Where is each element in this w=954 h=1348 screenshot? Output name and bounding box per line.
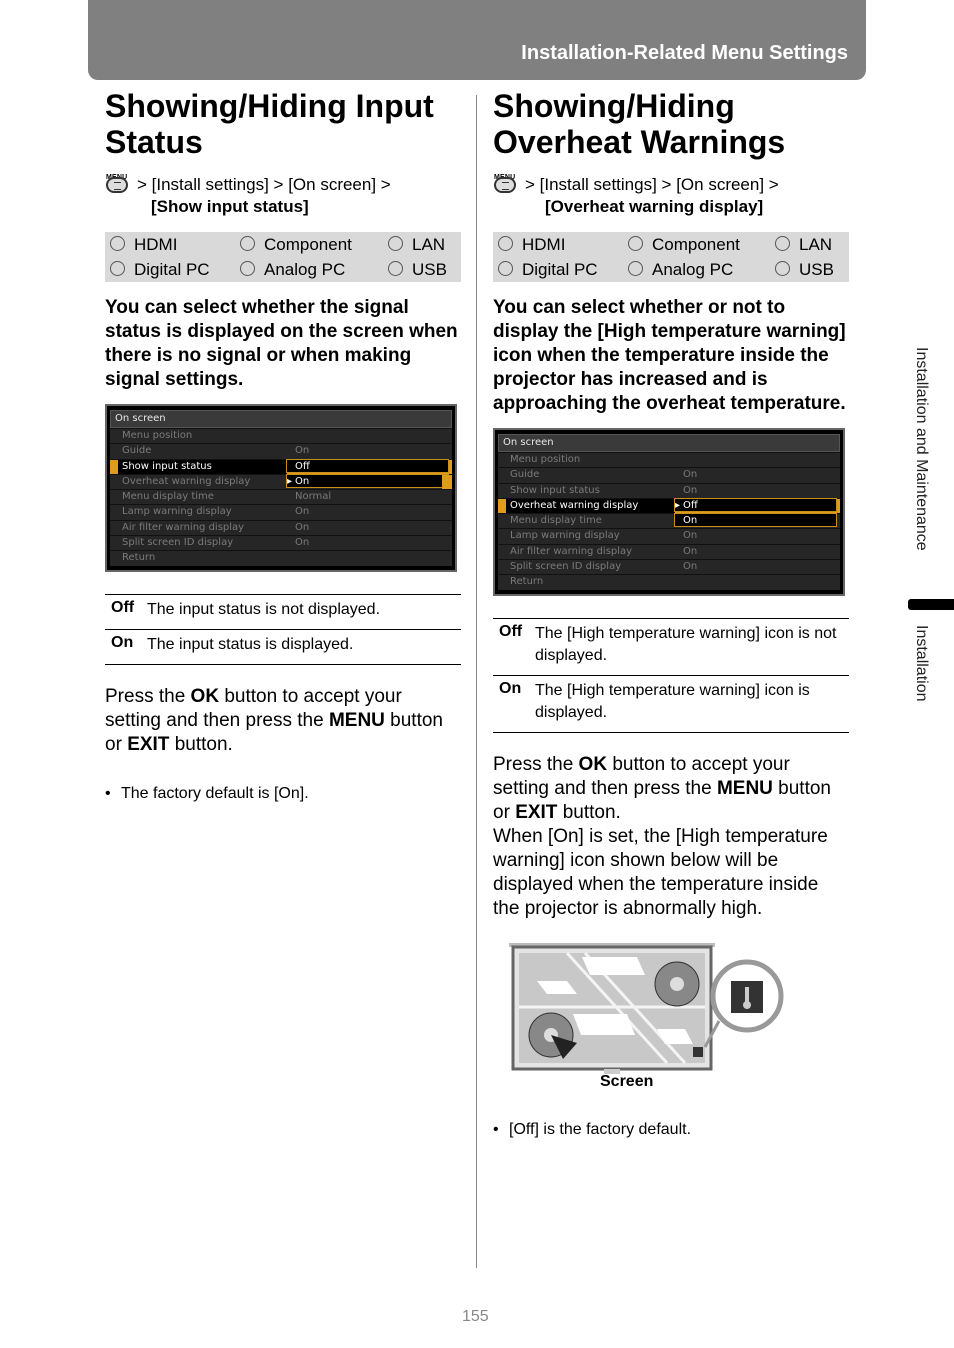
circle-icon: [628, 235, 643, 251]
lead-text: You can select whether the signal status…: [105, 297, 458, 390]
osd-popup-option: Off: [286, 458, 449, 473]
osd-row: Lamp warning display On: [110, 504, 452, 520]
section-title: Showing/Hiding Overheat Warnings: [493, 88, 786, 160]
osd-popup-option-cursor: On: [286, 473, 449, 489]
input-digital-pc: Digital PC: [498, 260, 628, 280]
menu-path-target: [Show input status]: [151, 197, 309, 216]
extra-text: When [On] is set, the [High temperature …: [493, 825, 828, 919]
factory-default-note: • The factory default is [On].: [105, 784, 309, 802]
osd-row: Guide On: [110, 443, 452, 459]
circle-icon: [240, 260, 255, 276]
option-row: On The input status is displayed.: [105, 630, 461, 665]
section-overheat-warnings: Showing/Hiding Overheat Warnings MENU > […: [493, 88, 849, 1139]
menu-path-target: [Overheat warning display]: [545, 197, 764, 216]
menu-button-icon: MENU: [105, 172, 131, 194]
option-row: Off The input status is not displayed.: [105, 595, 461, 630]
osd-row-selected: Overheat warning displayOff: [498, 497, 840, 514]
osd-row: Show input status On: [498, 482, 840, 498]
input-usb: USB: [775, 260, 844, 280]
osd-row: Guide On: [498, 467, 840, 483]
osd-row-selected: Show input status Off: [110, 458, 452, 474]
input-analog-pc: Analog PC: [628, 260, 775, 280]
osd-row: Split screen ID display On: [498, 559, 840, 575]
options-table: Off The [High temperature warning] icon i…: [493, 617, 849, 733]
lead-text: You can select whether or not to display…: [493, 297, 846, 414]
osd-row: Return: [110, 550, 452, 566]
osd-row: Overheat warning displayOn: [110, 473, 452, 490]
osd-row: Air filter warning display On: [110, 519, 452, 536]
screen-illustration: Screen: [507, 939, 797, 1090]
side-tab-section: Installation and Maintenance: [913, 347, 930, 551]
page-header: Installation-Related Menu Settings: [88, 0, 866, 80]
circle-icon: [628, 260, 643, 276]
osd-title: On screen: [498, 434, 840, 452]
osd-row: Menu display time On: [498, 513, 840, 529]
menu-path: MENU > [Install settings] > [On screen] >…: [493, 172, 849, 218]
osd-row: Lamp warning display On: [498, 528, 840, 544]
options-table: Off The input status is not displayed. On…: [105, 593, 461, 665]
osd-row: Menu display time Normal: [110, 489, 452, 505]
osd-row: Menu position: [498, 452, 840, 468]
illustration-caption: Screen: [600, 1072, 654, 1090]
input-lan: LAN: [388, 235, 456, 255]
osd-popup-option: On: [674, 513, 837, 528]
circle-icon: [110, 260, 125, 276]
side-tab-current: Installation: [913, 625, 930, 702]
circle-icon: [775, 260, 790, 276]
header-title: Installation-Related Menu Settings: [521, 42, 848, 64]
osd-row: Return: [498, 574, 840, 590]
instruction-text: Press the OK button to accept your setti…: [105, 685, 443, 755]
circle-icon: [110, 235, 125, 251]
input-component: Component: [628, 235, 775, 255]
osd-popup-option-cursor: Off: [674, 497, 837, 513]
circle-icon: [388, 260, 403, 276]
circle-icon: [240, 235, 255, 251]
input-hdmi: HDMI: [110, 235, 240, 255]
page-number: 155: [462, 1308, 489, 1325]
osd-row: Menu position: [110, 428, 452, 444]
osd-title: On screen: [110, 410, 452, 428]
factory-default-note: • [Off] is the factory default.: [493, 1120, 692, 1138]
input-component: Component: [240, 235, 388, 255]
menu-path: MENU > [Install settings] > [On screen] >…: [105, 172, 461, 218]
osd-row: Split screen ID display On: [110, 535, 452, 551]
side-navigation-tab: Installation and Maintenance Installatio…: [908, 345, 938, 725]
menu-button-icon: MENU: [493, 172, 519, 194]
side-tab-marker: [908, 599, 954, 610]
osd-menu-screenshot: On screen Menu position Guide On Show inp…: [493, 428, 845, 596]
menu-path-prefix: > [Install settings] > [On screen] >: [525, 175, 779, 194]
option-row: On The [High temperature warning] icon is…: [493, 676, 849, 733]
projector-screen-icon: [509, 942, 784, 1074]
applicable-inputs: HDMI Component LAN Digital PC Analog PC …: [105, 232, 461, 282]
input-lan: LAN: [775, 235, 844, 255]
column-divider: [476, 95, 477, 1268]
circle-icon: [388, 235, 403, 251]
section-input-status: Showing/Hiding Input Status MENU > [Insta…: [105, 88, 461, 803]
osd-row: Air filter warning display On: [498, 543, 840, 560]
instruction-text: Press the OK button to accept your setti…: [493, 753, 831, 919]
circle-icon: [498, 235, 513, 251]
menu-path-prefix: > [Install settings] > [On screen] >: [137, 175, 391, 194]
circle-icon: [775, 235, 790, 251]
circle-icon: [498, 260, 513, 276]
input-usb: USB: [388, 260, 456, 280]
option-row: Off The [High temperature warning] icon i…: [493, 619, 849, 676]
input-hdmi: HDMI: [498, 235, 628, 255]
applicable-inputs: HDMI Component LAN Digital PC Analog PC …: [493, 232, 849, 282]
input-digital-pc: Digital PC: [110, 260, 240, 280]
section-title: Showing/Hiding Input Status: [105, 88, 434, 160]
input-analog-pc: Analog PC: [240, 260, 388, 280]
osd-menu-screenshot: On screen Menu position Guide On Show inp…: [105, 404, 457, 572]
